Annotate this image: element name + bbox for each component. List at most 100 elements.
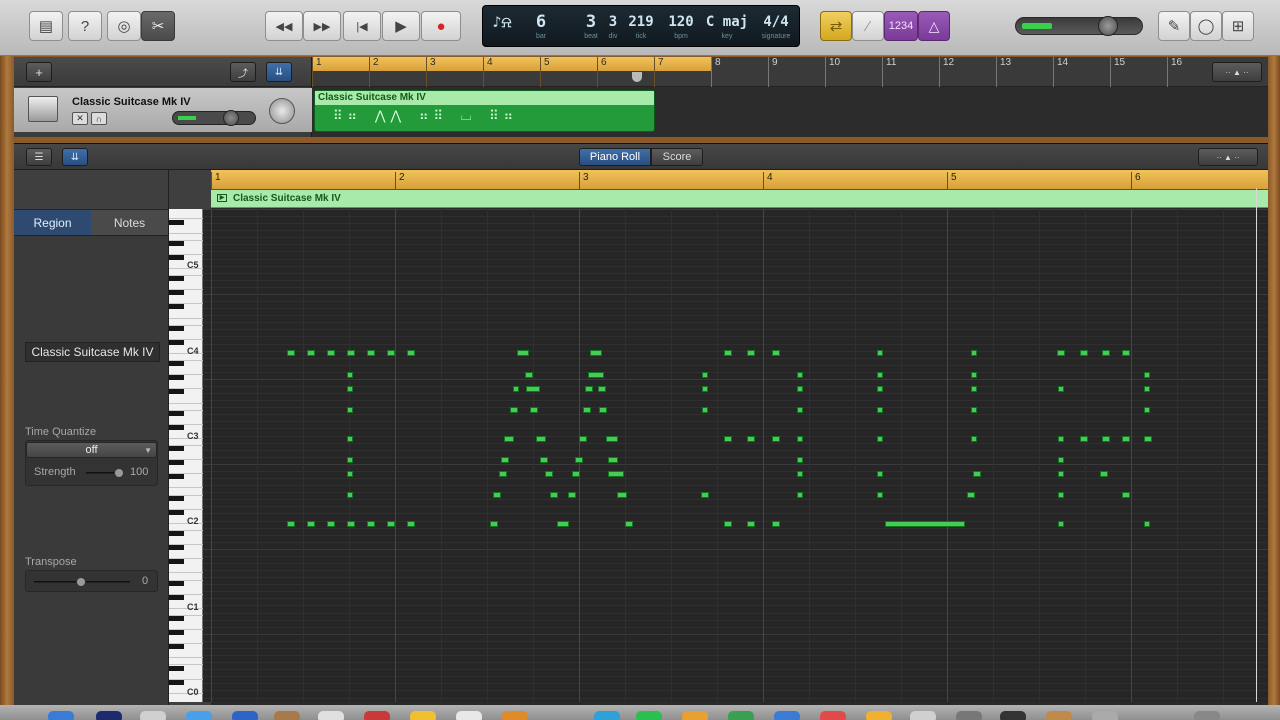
midi-note[interactable] bbox=[307, 350, 315, 356]
black-key[interactable] bbox=[169, 616, 184, 621]
midi-note[interactable] bbox=[588, 372, 604, 378]
midi-note[interactable] bbox=[557, 521, 569, 527]
midi-note[interactable] bbox=[510, 407, 518, 413]
black-key[interactable] bbox=[169, 460, 184, 466]
app-store-icon[interactable] bbox=[232, 711, 258, 720]
midi-note[interactable] bbox=[1122, 492, 1130, 498]
midi-note[interactable] bbox=[877, 350, 883, 356]
editor-ruler[interactable]: 1 2 3 4 5 6 bbox=[211, 170, 1268, 190]
go-to-beginning-button[interactable]: |◀ bbox=[343, 11, 381, 41]
midi-note[interactable] bbox=[1102, 436, 1110, 442]
transpose-knob[interactable] bbox=[76, 577, 86, 587]
midi-note[interactable] bbox=[347, 372, 353, 378]
midi-note[interactable] bbox=[797, 407, 803, 413]
midi-note[interactable] bbox=[1100, 471, 1108, 477]
track-row[interactable]: Classic Suitcase Mk IV ✕ ∩ bbox=[14, 88, 312, 132]
midi-note[interactable] bbox=[347, 386, 353, 392]
midi-note[interactable] bbox=[347, 492, 353, 498]
midi-note[interactable] bbox=[575, 457, 583, 463]
notes-icon[interactable] bbox=[410, 711, 436, 720]
transpose-slider[interactable] bbox=[34, 577, 130, 587]
count-in-button[interactable]: 1234 bbox=[884, 11, 918, 41]
midi-note[interactable] bbox=[327, 350, 335, 356]
midi-note[interactable] bbox=[540, 457, 548, 463]
black-key[interactable] bbox=[169, 580, 184, 586]
midi-note[interactable] bbox=[797, 386, 803, 392]
lcd-display[interactable]: ♪⍾ 6 bar 3 beat 3 div 219 tick 120 bpm C maj k… bbox=[482, 5, 800, 47]
midi-note[interactable] bbox=[971, 372, 977, 378]
black-key[interactable] bbox=[169, 509, 184, 515]
midi-note[interactable] bbox=[327, 521, 335, 527]
region-name-field[interactable]: Classic Suitcase Mk IV bbox=[25, 342, 160, 362]
time-quantize-dropdown[interactable]: off ▼ bbox=[26, 442, 157, 458]
midi-note[interactable] bbox=[724, 350, 732, 356]
black-key[interactable] bbox=[169, 219, 184, 225]
messages-icon[interactable] bbox=[594, 711, 620, 720]
playhead[interactable] bbox=[1256, 188, 1257, 702]
cycle-button[interactable]: ⇄ bbox=[820, 11, 852, 41]
terminal-icon[interactable] bbox=[1000, 711, 1026, 720]
midi-note[interactable] bbox=[1144, 372, 1150, 378]
editor-region-bar[interactable]: ▶ Classic Suitcase Mk IV bbox=[211, 190, 1268, 208]
midi-note[interactable] bbox=[585, 386, 593, 392]
midi-note[interactable] bbox=[1058, 471, 1064, 477]
midi-note[interactable] bbox=[797, 372, 803, 378]
black-key[interactable] bbox=[169, 375, 184, 381]
mute-button[interactable]: ✕ bbox=[72, 112, 88, 125]
midi-note[interactable] bbox=[877, 407, 883, 413]
midi-note[interactable] bbox=[490, 521, 498, 527]
midi-note[interactable] bbox=[617, 492, 627, 498]
tab-score[interactable]: Score bbox=[651, 148, 703, 166]
midi-note[interactable] bbox=[797, 457, 803, 463]
midi-note[interactable] bbox=[702, 372, 708, 378]
midi-note[interactable] bbox=[525, 372, 533, 378]
black-key[interactable] bbox=[169, 325, 184, 331]
midi-note[interactable] bbox=[608, 471, 624, 477]
midi-note[interactable] bbox=[598, 386, 606, 392]
midi-note[interactable] bbox=[287, 350, 295, 356]
midi-note[interactable] bbox=[967, 492, 975, 498]
midi-note[interactable] bbox=[747, 350, 755, 356]
midi-note[interactable] bbox=[513, 386, 519, 392]
pan-knob[interactable] bbox=[269, 98, 295, 124]
catch-button[interactable]: ⇊ bbox=[266, 62, 292, 82]
midi-note[interactable] bbox=[797, 492, 803, 498]
black-key[interactable] bbox=[169, 679, 184, 685]
contacts-icon[interactable] bbox=[274, 711, 300, 720]
midi-note[interactable] bbox=[347, 350, 355, 356]
black-key[interactable] bbox=[169, 531, 184, 537]
midi-note[interactable] bbox=[517, 350, 529, 356]
media-browser-button[interactable]: ⊞ bbox=[1222, 11, 1254, 41]
midi-note[interactable] bbox=[347, 521, 355, 527]
strength-slider[interactable] bbox=[86, 468, 124, 478]
inspector-toggle-button[interactable]: ☰ bbox=[26, 148, 52, 166]
midi-note[interactable] bbox=[772, 521, 780, 527]
midi-note[interactable] bbox=[530, 407, 538, 413]
midi-note[interactable] bbox=[877, 492, 883, 498]
midi-note[interactable] bbox=[307, 521, 315, 527]
black-key[interactable] bbox=[169, 630, 184, 636]
midi-note[interactable] bbox=[625, 521, 633, 527]
library-button[interactable]: ▤ bbox=[29, 11, 63, 41]
midi-note[interactable] bbox=[797, 436, 803, 442]
help-button[interactable]: ? bbox=[68, 11, 102, 41]
documents-icon[interactable] bbox=[1092, 711, 1118, 720]
midi-note[interactable] bbox=[347, 436, 353, 442]
editor-catch-button[interactable]: ⇊ bbox=[62, 148, 88, 166]
system-preferences-icon[interactable] bbox=[910, 711, 936, 720]
midi-note[interactable] bbox=[599, 407, 607, 413]
metronome-button[interactable]: △ bbox=[918, 11, 950, 41]
master-volume-knob[interactable] bbox=[1098, 16, 1118, 36]
midi-note[interactable] bbox=[347, 471, 353, 477]
midi-note[interactable] bbox=[606, 436, 618, 442]
keynote-icon[interactable] bbox=[774, 711, 800, 720]
notepad-button[interactable]: ✎ bbox=[1158, 11, 1190, 41]
midi-note[interactable] bbox=[1122, 436, 1130, 442]
black-key[interactable] bbox=[169, 361, 184, 367]
midi-note[interactable] bbox=[387, 350, 395, 356]
play-button[interactable]: ▶ bbox=[382, 11, 420, 41]
black-key[interactable] bbox=[169, 594, 184, 600]
midi-note[interactable] bbox=[526, 386, 540, 392]
numbers-icon[interactable] bbox=[728, 711, 754, 720]
midi-note[interactable] bbox=[885, 521, 965, 527]
